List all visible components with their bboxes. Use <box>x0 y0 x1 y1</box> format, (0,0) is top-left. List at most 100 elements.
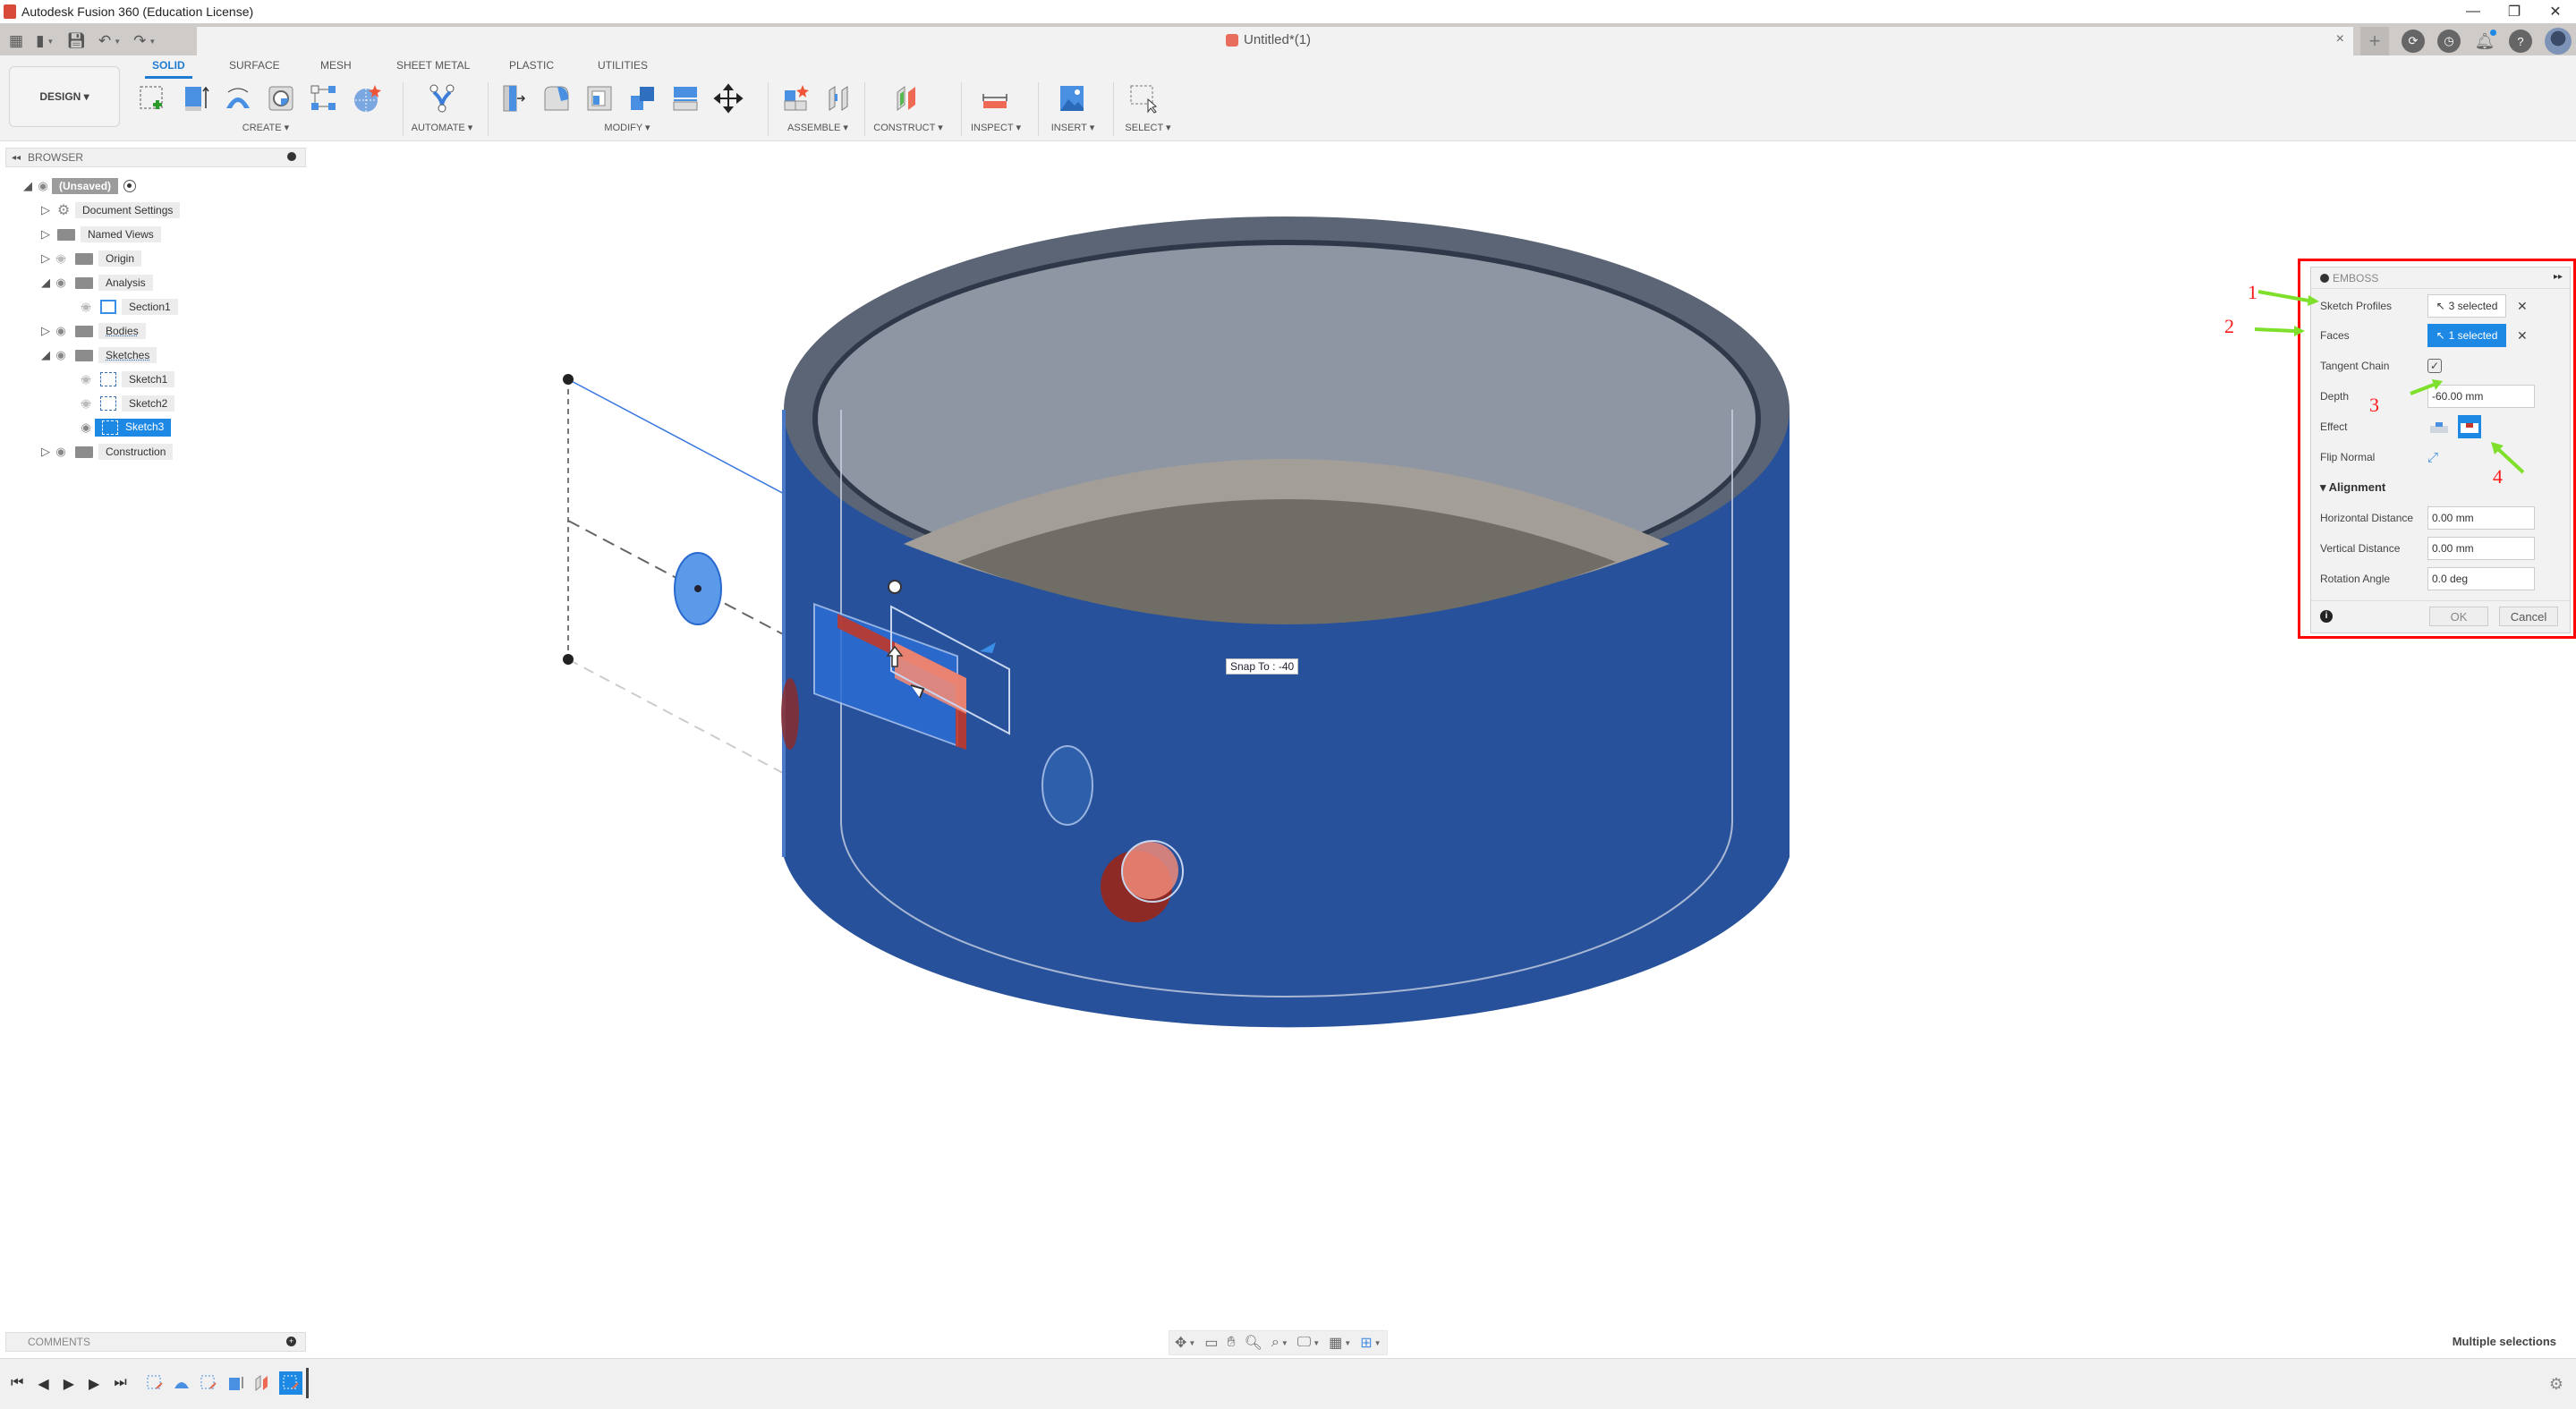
add-comment-icon[interactable]: + <box>286 1337 296 1346</box>
fit-button[interactable]: ⌕ ▼ <box>1271 1335 1288 1351</box>
visibility-icon[interactable]: ◉ <box>52 445 70 459</box>
viewports-button[interactable]: ⊞ ▼ <box>1360 1334 1381 1352</box>
revolve-button[interactable] <box>222 82 254 115</box>
tree-item-sketch2[interactable]: ◉ Sketch2 <box>77 393 175 414</box>
step-back-icon[interactable]: ◀ <box>38 1375 48 1393</box>
expand-dialog-icon[interactable]: ▸▸ <box>2554 272 2563 282</box>
new-tab-button[interactable]: + <box>2360 27 2389 55</box>
minimize-button[interactable]: — <box>2453 0 2494 23</box>
save-button[interactable]: 💾︎ <box>66 32 86 50</box>
info-icon[interactable]: i <box>2320 610 2333 623</box>
timeline-extrude-icon[interactable] <box>225 1373 245 1393</box>
create-menu[interactable]: CREATE ▾ <box>136 122 395 133</box>
collapse-icon[interactable]: ◂◂ <box>12 153 21 163</box>
tab-sheet-metal[interactable]: SHEET METAL <box>396 59 470 72</box>
tab-mesh[interactable]: MESH <box>320 59 352 72</box>
shell-button[interactable] <box>583 82 616 115</box>
collapsed-icon[interactable]: ▷ <box>39 324 52 338</box>
press-pull-button[interactable] <box>497 82 530 115</box>
visibility-icon[interactable]: ◉ <box>77 420 95 435</box>
pan-button[interactable]: ✋︎ <box>1227 1335 1235 1351</box>
help-icon[interactable]: ? <box>2509 30 2532 53</box>
user-avatar[interactable] <box>2545 28 2572 55</box>
collapsed-icon[interactable]: ▷ <box>39 445 52 459</box>
select-menu[interactable]: SELECT ▾ <box>1118 122 1177 133</box>
rotation-angle-input[interactable] <box>2427 567 2535 590</box>
history-icon[interactable]: ◷ <box>2437 30 2461 53</box>
create-sketch-button[interactable] <box>136 82 168 115</box>
tab-surface[interactable]: SURFACE <box>229 59 280 72</box>
expanded-icon[interactable]: ◢ <box>21 179 34 193</box>
look-at-button[interactable]: ▭ <box>1204 1334 1218 1352</box>
hole-button[interactable] <box>265 82 297 115</box>
apps-grid-icon[interactable]: ▦ <box>9 32 23 50</box>
timeline-sketch-active-icon[interactable] <box>279 1371 302 1395</box>
step-forward-icon[interactable]: ▶ <box>89 1375 99 1393</box>
hidden-eye-icon[interactable]: ◉ <box>52 251 70 266</box>
activate-radio-icon[interactable] <box>123 180 137 192</box>
move-copy-button[interactable] <box>712 82 744 115</box>
timeline-revolve-icon[interactable] <box>172 1373 191 1393</box>
collapsed-icon[interactable]: ▷ <box>39 203 52 217</box>
notifications-icon[interactable]: 🔔︎ <box>2473 30 2496 53</box>
timeline-sketch-icon[interactable] <box>199 1373 218 1393</box>
measure-button[interactable] <box>979 82 1011 115</box>
document-tab[interactable]: Untitled*(1) × <box>197 27 2353 55</box>
tree-item-construction[interactable]: ▷ ◉ Construction <box>39 441 174 463</box>
automate-menu[interactable]: AUTOMATE ▾ <box>410 122 474 133</box>
collapsed-icon[interactable]: ▷ <box>39 227 52 242</box>
model-canvas[interactable] <box>0 141 2576 1322</box>
tree-item-analysis[interactable]: ◢ ◉ Analysis <box>39 272 153 293</box>
undo-button[interactable]: ↶ ▼ <box>98 32 121 50</box>
construct-menu[interactable]: CONSTRUCT ▾ <box>870 122 947 133</box>
tree-item-document-settings[interactable]: ▷ ⚙ Document Settings <box>39 199 181 221</box>
tree-item-bodies[interactable]: ▷ ◉ Bodies <box>39 320 146 342</box>
go-to-end-icon[interactable]: ⏭ <box>114 1375 126 1393</box>
modify-menu[interactable]: MODIFY ▾ <box>497 122 757 133</box>
ok-button[interactable]: OK <box>2429 607 2488 626</box>
pattern-button[interactable] <box>308 82 340 115</box>
hidden-eye-icon[interactable]: ◉ <box>77 396 95 411</box>
timeline-marker[interactable] <box>306 1368 309 1398</box>
cancel-button[interactable]: Cancel <box>2499 607 2558 626</box>
insert-image-button[interactable] <box>1056 82 1088 115</box>
tree-item-origin[interactable]: ▷ ◉ Origin <box>39 248 142 269</box>
combine-button[interactable] <box>626 82 659 115</box>
clear-faces-icon[interactable]: ✕ <box>2517 328 2528 344</box>
redo-button[interactable]: ↷ ▼ <box>133 32 156 50</box>
timeline-settings-gear-icon[interactable]: ⚙ <box>2549 1375 2563 1394</box>
clear-profiles-icon[interactable]: ✕ <box>2517 299 2528 314</box>
visibility-icon[interactable]: ◉ <box>52 276 70 290</box>
restore-button[interactable]: ❐ <box>2494 0 2535 23</box>
expanded-icon[interactable]: ◢ <box>39 276 52 290</box>
visibility-icon[interactable]: ◉ <box>52 324 70 338</box>
hidden-eye-icon[interactable]: ◉ <box>77 300 95 314</box>
job-status-icon[interactable]: ⟳ <box>2402 30 2425 53</box>
3d-viewport[interactable]: Snap To : -40 Z BACK RIGHT X Y <box>0 141 2576 1322</box>
joint-button[interactable] <box>823 82 855 115</box>
fillet-button[interactable] <box>540 82 573 115</box>
emboss-header[interactable]: EMBOSS ▸▸ <box>2311 267 2570 289</box>
close-tab-icon[interactable]: × <box>2336 31 2344 47</box>
offset-face-button[interactable] <box>669 82 701 115</box>
comments-panel-header[interactable]: COMMENTS + <box>5 1332 306 1352</box>
collapsed-icon[interactable]: ▷ <box>39 251 52 266</box>
display-settings-button[interactable]: 🖵︎ ▼ <box>1297 1335 1320 1351</box>
tree-item-sketch3[interactable]: ◉ Sketch3 <box>77 417 172 438</box>
faces-selector[interactable]: ↖ 1 selected <box>2427 324 2506 347</box>
tab-solid[interactable]: SOLID <box>145 59 192 79</box>
pin-icon[interactable] <box>287 152 296 161</box>
horizontal-distance-input[interactable] <box>2427 506 2535 530</box>
tree-item-root[interactable]: ◢ ◉ (Unsaved) <box>21 175 137 197</box>
sketch-profiles-selector[interactable]: ↖ 3 selected <box>2427 294 2506 318</box>
offset-plane-button[interactable] <box>891 82 923 115</box>
go-to-start-icon[interactable]: ⏮ <box>11 1375 23 1393</box>
create-form-button[interactable] <box>351 82 383 115</box>
play-icon[interactable]: ▶ <box>64 1375 74 1393</box>
tab-plastic[interactable]: PLASTIC <box>509 59 554 72</box>
orbit-button[interactable]: ✥ ▼ <box>1175 1334 1195 1352</box>
visibility-icon[interactable]: ◉ <box>52 348 70 362</box>
expanded-icon[interactable]: ◢ <box>39 348 52 362</box>
visibility-icon[interactable]: ◉ <box>34 179 52 193</box>
tree-item-sketch1[interactable]: ◉ Sketch1 <box>77 369 175 390</box>
